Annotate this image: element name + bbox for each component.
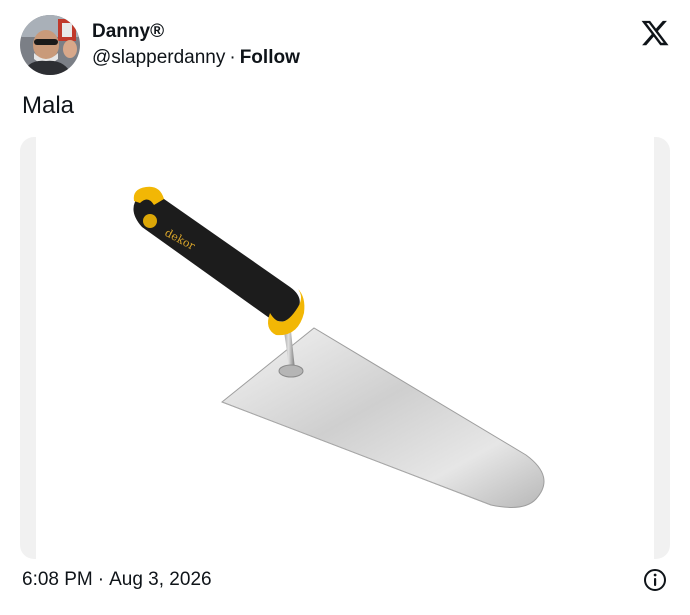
shaft-rivet: [278, 364, 304, 378]
info-icon[interactable]: [643, 568, 667, 592]
follow-button[interactable]: Follow: [240, 47, 300, 68]
avatar-photo-icon: [20, 15, 80, 75]
trowel-blade: [221, 327, 545, 508]
avatar[interactable]: [20, 15, 80, 75]
post-time[interactable]: 6:08 PM: [22, 569, 93, 590]
post-date[interactable]: Aug 3, 2026: [109, 569, 211, 590]
trowel-illustration: dekor: [133, 186, 545, 508]
author-handle[interactable]: @slapperdanny: [92, 47, 225, 68]
author-display-name[interactable]: Danny®: [92, 21, 164, 43]
timestamp-separator: ·: [97, 569, 105, 590]
media-image[interactable]: dekor: [36, 137, 654, 559]
handle-separator: ·: [229, 47, 236, 68]
tweet-text: Mala: [22, 92, 75, 119]
author-handle-row: @slapperdanny · Follow: [92, 47, 300, 69]
tweet-card: Danny® @slapperdanny · Follow Mala dekor…: [0, 0, 690, 615]
media-frame[interactable]: dekor: [20, 137, 670, 559]
trowel-handle: [133, 191, 300, 322]
timestamp: 6:08 PM · Aug 3, 2026: [22, 569, 212, 591]
x-logo-icon[interactable]: [640, 18, 670, 48]
